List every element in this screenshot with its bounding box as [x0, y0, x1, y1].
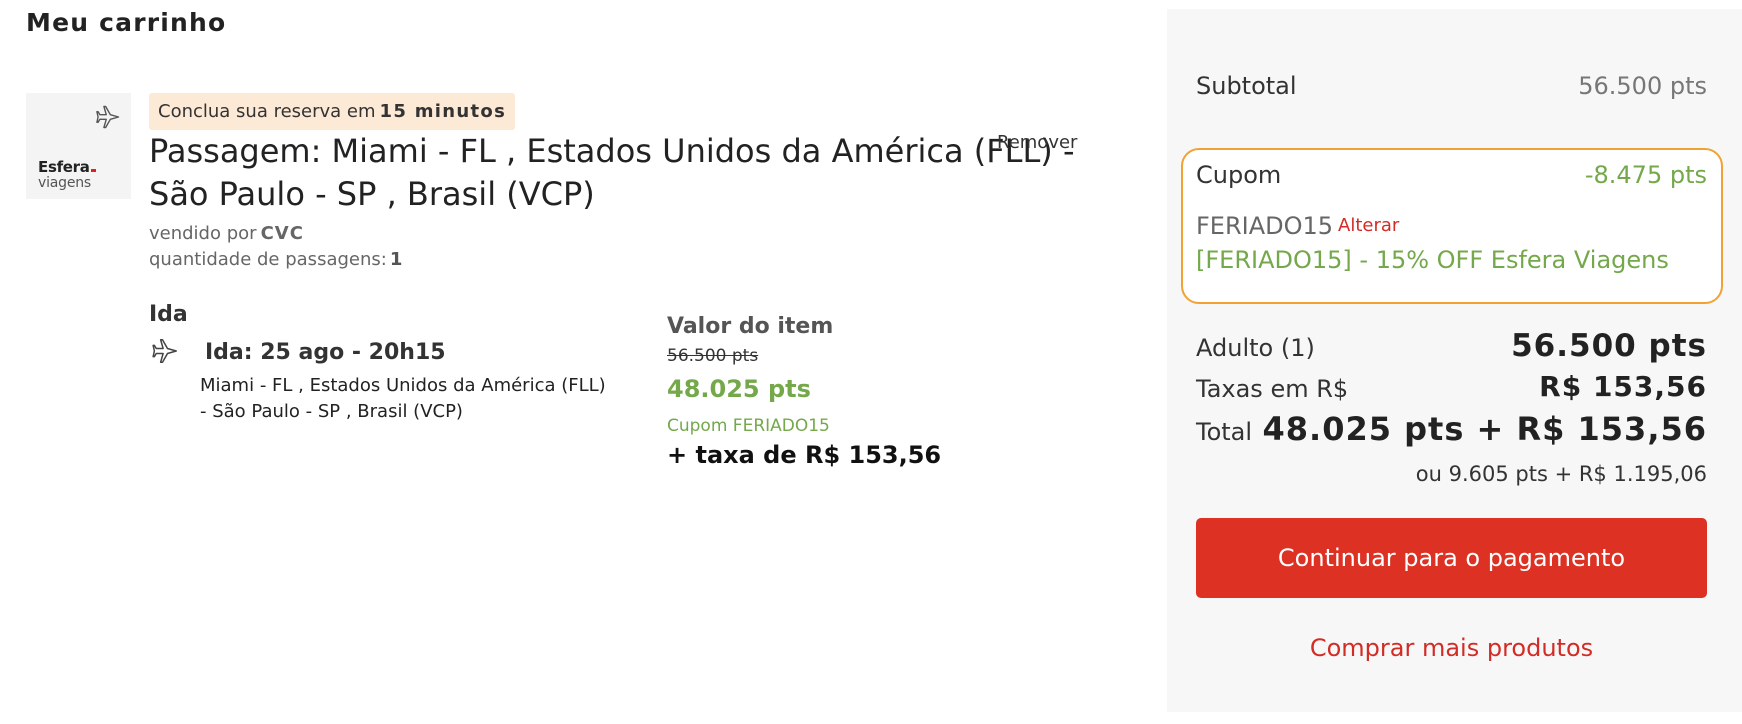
item-tax: + taxa de R$ 153,56: [667, 441, 942, 469]
item-original-price: 56.500 pts: [667, 346, 759, 366]
change-coupon-link[interactable]: Alterar: [1338, 215, 1399, 236]
subtotal-label: Subtotal: [1196, 72, 1297, 100]
adult-value: 56.500 pts: [1511, 328, 1707, 364]
coupon-description: [FERIADO15] - 15% OFF Esfera Viagens: [1196, 246, 1669, 274]
item-coupon-label: Cupom FERIADO15: [667, 416, 830, 436]
remove-item-button[interactable]: Remover: [997, 132, 1077, 153]
seller-info: vendido por CVC: [149, 223, 304, 244]
logo-brand-bottom: viagens: [38, 175, 92, 191]
page-title: Meu carrinho: [26, 8, 227, 37]
alternative-payment: ou 9.605 pts + R$ 1.195,06: [1415, 462, 1707, 486]
total-label: Total: [1196, 418, 1253, 446]
coupon-code: FERIADO15: [1196, 212, 1334, 240]
leg-route-line2: - São Paulo - SP , Brasil (VCP): [200, 401, 463, 422]
continue-to-payment-button[interactable]: Continuar para o pagamento: [1196, 518, 1707, 598]
airplane-icon: [96, 105, 120, 129]
leg-route: Miami - FL , Estados Unidos da América (…: [200, 373, 606, 425]
item-discounted-price: 48.025 pts: [667, 375, 811, 403]
reservation-timer: Conclua sua reserva em 15 minutos: [149, 93, 516, 130]
total-value: 48.025 pts + R$ 153,56: [1262, 410, 1707, 448]
item-title-line2: São Paulo - SP , Brasil (VCP): [149, 175, 595, 213]
item-title-line1: Passagem: Miami - FL , Estados Unidos da…: [149, 132, 1075, 170]
quantity-label: quantidade de passagens:: [149, 249, 387, 270]
leg-title: Ida: [149, 302, 188, 327]
buy-more-products-link[interactable]: Comprar mais produtos: [1196, 634, 1707, 662]
coupon-discount: -8.475 pts: [1584, 161, 1707, 189]
coupon-label: Cupom: [1196, 161, 1282, 189]
timer-value: 15 minutos: [379, 101, 507, 122]
taxes-label: Taxas em R$: [1196, 375, 1349, 403]
airplane-icon: [152, 339, 177, 363]
leg-date: Ida: 25 ago - 20h15: [205, 340, 446, 365]
seller-value: CVC: [260, 223, 304, 244]
passenger-quantity: quantidade de passagens: 1: [149, 249, 402, 270]
seller-label: vendido por: [149, 223, 257, 244]
timer-label: Conclua sua reserva em: [158, 101, 376, 122]
quantity-value: 1: [389, 249, 403, 270]
item-value-label: Valor do item: [667, 314, 834, 339]
subtotal-value: 56.500 pts: [1578, 72, 1707, 100]
adult-label: Adulto (1): [1196, 334, 1315, 362]
item-title: Passagem: Miami - FL , Estados Unidos da…: [149, 130, 1074, 216]
seller-logo: Esfera viagens: [26, 93, 131, 199]
taxes-value: R$ 153,56: [1539, 370, 1707, 403]
leg-route-line1: Miami - FL , Estados Unidos da América (…: [200, 375, 606, 396]
logo-brand-top: Esfera: [38, 158, 96, 176]
